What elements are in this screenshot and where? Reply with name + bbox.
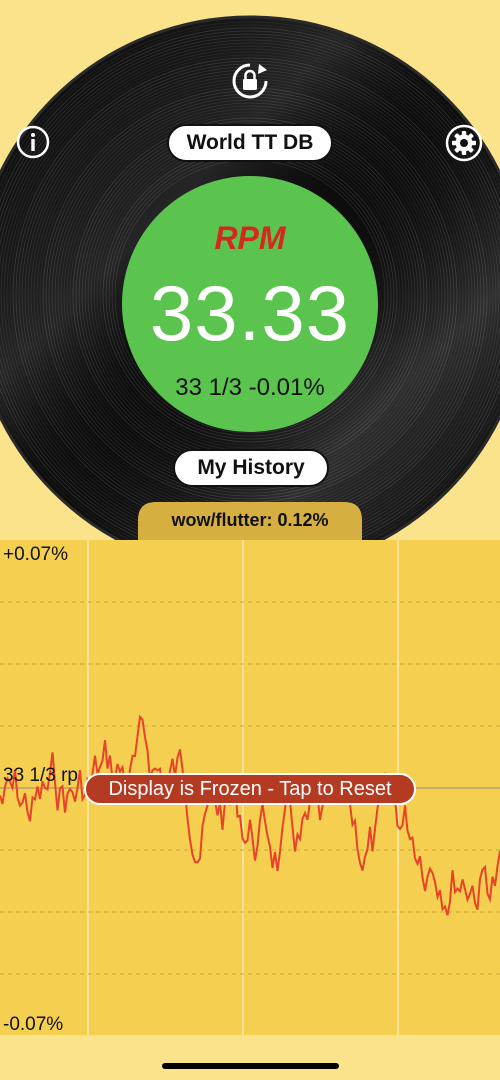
world-tt-db-button[interactable]: World TT DB [167, 124, 333, 162]
y-axis-top-label: +0.07% [3, 544, 68, 565]
rotation-lock-icon[interactable] [229, 60, 271, 102]
speed-deviation-readout: 33 1/3 -0.01% [175, 374, 325, 401]
y-axis-bottom-label: -0.07% [3, 1014, 64, 1035]
info-icon[interactable] [15, 124, 51, 160]
rpm-label: RPM [214, 220, 286, 256]
my-history-button[interactable]: My History [173, 449, 329, 487]
wow-flutter-readout: wow/flutter: 0.12% [171, 510, 329, 530]
frozen-display-banner[interactable]: Display is Frozen - Tap to Reset [84, 773, 416, 805]
y-axis-center-label: 33 1/3 rp [3, 765, 78, 786]
gear-icon[interactable] [445, 124, 483, 162]
rpm-value: 33.33 [149, 269, 351, 357]
home-indicator[interactable] [162, 1063, 339, 1069]
